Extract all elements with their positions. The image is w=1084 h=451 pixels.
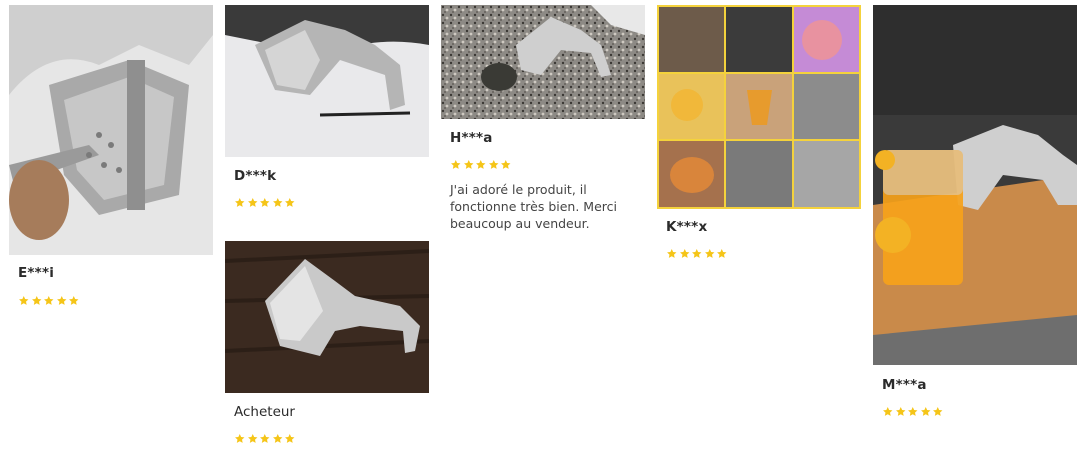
star-icon: [285, 197, 295, 207]
review-author: D***k: [234, 168, 277, 184]
star-icon: [692, 248, 702, 258]
star-icon: [19, 295, 29, 305]
review-photo-1[interactable]: [9, 5, 213, 255]
star-icon: [895, 406, 905, 416]
juicer-image: [225, 241, 429, 393]
star-icon: [933, 406, 943, 416]
star-icon: [247, 433, 257, 443]
review-author: E***i: [18, 265, 55, 281]
juicer-image: [225, 5, 429, 157]
review-author: Acheteur: [234, 404, 295, 420]
rating-stars: [450, 159, 512, 171]
star-icon: [501, 159, 511, 169]
star-icon: [920, 406, 930, 416]
star-icon: [272, 197, 282, 207]
star-icon: [235, 197, 245, 207]
star-icon: [667, 248, 677, 258]
star-icon: [272, 433, 282, 443]
review-text: J'ai adoré le produit, il fonctionne trè…: [450, 182, 617, 231]
review-photo-6[interactable]: [873, 5, 1077, 365]
rating-stars: [666, 248, 728, 260]
rating-stars: [882, 406, 944, 418]
review-photo-2[interactable]: [225, 5, 429, 157]
rating-stars: [18, 295, 80, 307]
collage-image: [657, 5, 861, 209]
review-author: K***x: [666, 219, 708, 235]
review-photo-3[interactable]: [225, 241, 429, 393]
rating-stars: [234, 197, 296, 209]
star-icon: [463, 159, 473, 169]
review-author: H***a: [450, 130, 493, 146]
star-icon: [56, 295, 66, 305]
review-photo-5[interactable]: [657, 5, 861, 209]
star-icon: [488, 159, 498, 169]
review-author: M***a: [882, 377, 927, 393]
star-icon: [679, 248, 689, 258]
star-icon: [69, 295, 79, 305]
star-icon: [451, 159, 461, 169]
star-icon: [235, 433, 245, 443]
star-icon: [704, 248, 714, 258]
juicer-image: [441, 5, 645, 119]
star-icon: [883, 406, 893, 416]
star-icon: [247, 197, 257, 207]
star-icon: [260, 197, 270, 207]
star-icon: [260, 433, 270, 443]
juicer-image: [9, 5, 213, 255]
juicer-image: [873, 5, 1077, 365]
star-icon: [44, 295, 54, 305]
star-icon: [285, 433, 295, 443]
review-photo-4[interactable]: [441, 5, 645, 119]
star-icon: [908, 406, 918, 416]
rating-stars: [234, 433, 296, 445]
star-icon: [31, 295, 41, 305]
star-icon: [476, 159, 486, 169]
star-icon: [717, 248, 727, 258]
